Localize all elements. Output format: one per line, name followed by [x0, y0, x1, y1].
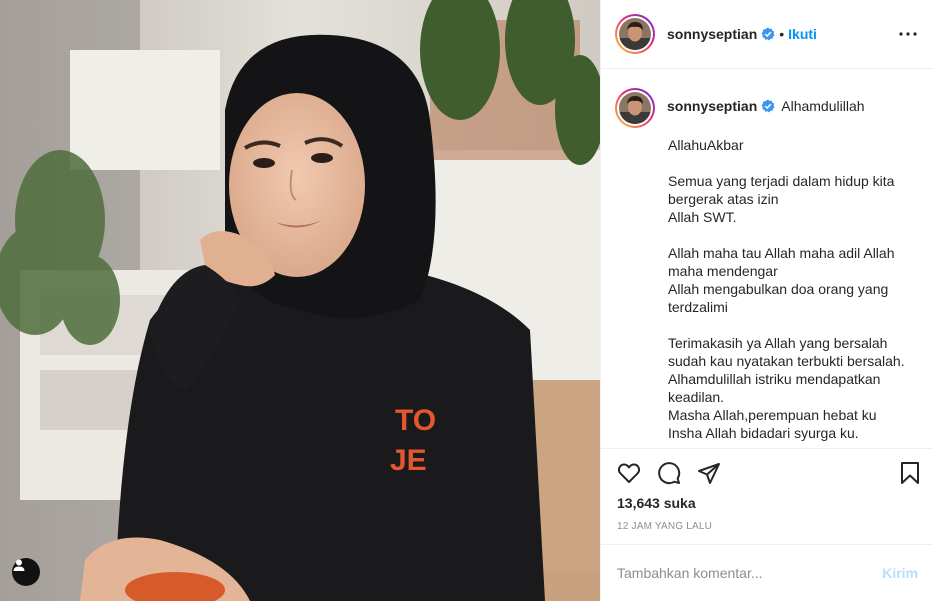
caption-line: Masha Allah,perempuan hebat ku: [668, 407, 877, 423]
verified-badge-icon: [761, 27, 775, 41]
post-timestamp[interactable]: 12 JAM YANG LALU: [617, 521, 712, 532]
like-count[interactable]: 13,643 suka: [617, 495, 696, 511]
more-options-icon[interactable]: [896, 24, 920, 44]
caption-line: Terimakasih ya Allah yang bersalah sudah…: [668, 335, 905, 369]
caption-line: Alhamdulillah istriku mendapatkan keadil…: [668, 371, 881, 405]
post-comment-button[interactable]: Kirim: [882, 565, 918, 581]
verified-badge-icon: [761, 99, 775, 113]
post-sidebar: sonnyseptian • Ikuti sonnyseptian Alhamd…: [600, 0, 933, 601]
comment-icon[interactable]: [657, 461, 681, 485]
caption-first-line: Alhamdulillah: [781, 98, 865, 114]
post-header: sonnyseptian • Ikuti: [601, 0, 933, 69]
share-icon[interactable]: [697, 461, 721, 485]
tagged-users-button[interactable]: [12, 558, 40, 586]
caption-text: AllahuAkbar Semua yang terjadi dalam hid…: [668, 136, 920, 442]
author-avatar[interactable]: [615, 14, 655, 54]
separator-dot: •: [779, 26, 785, 42]
avatar-photo: [619, 18, 651, 50]
caption-line: Allah SWT.: [668, 209, 737, 225]
bookmark-icon[interactable]: [898, 461, 922, 485]
caption-line: AllahuAkbar: [668, 137, 744, 153]
caption-section: sonnyseptian Alhamdulillah AllahuAkbar S…: [601, 70, 933, 448]
svg-text:TO: TO: [395, 404, 436, 437]
author-username[interactable]: sonnyseptian: [667, 26, 757, 42]
follow-button[interactable]: Ikuti: [788, 26, 817, 42]
avatar-photo: [619, 92, 651, 124]
post-photo[interactable]: TO JE: [0, 0, 600, 601]
post-image: TO JE: [0, 0, 600, 601]
caption-author-username[interactable]: sonnyseptian: [667, 98, 757, 114]
svg-text:JE: JE: [390, 444, 427, 477]
caption-line: Insha Allah bidadari syurga ku.: [668, 425, 859, 441]
heart-icon[interactable]: [617, 461, 641, 485]
caption-line: Allah maha tau Allah maha adil Allah mah…: [668, 245, 895, 279]
caption-author-avatar[interactable]: [615, 88, 655, 128]
caption-line: Semua yang terjadi dalam hidup kita berg…: [668, 173, 895, 207]
comment-input[interactable]: [617, 565, 883, 581]
user-icon: [13, 559, 25, 571]
caption-line: Allah mengabulkan doa orang yang terdzal…: [668, 281, 889, 315]
post-actions: 13,643 suka 12 JAM YANG LALU: [601, 448, 933, 544]
comment-form: Kirim: [601, 544, 933, 601]
